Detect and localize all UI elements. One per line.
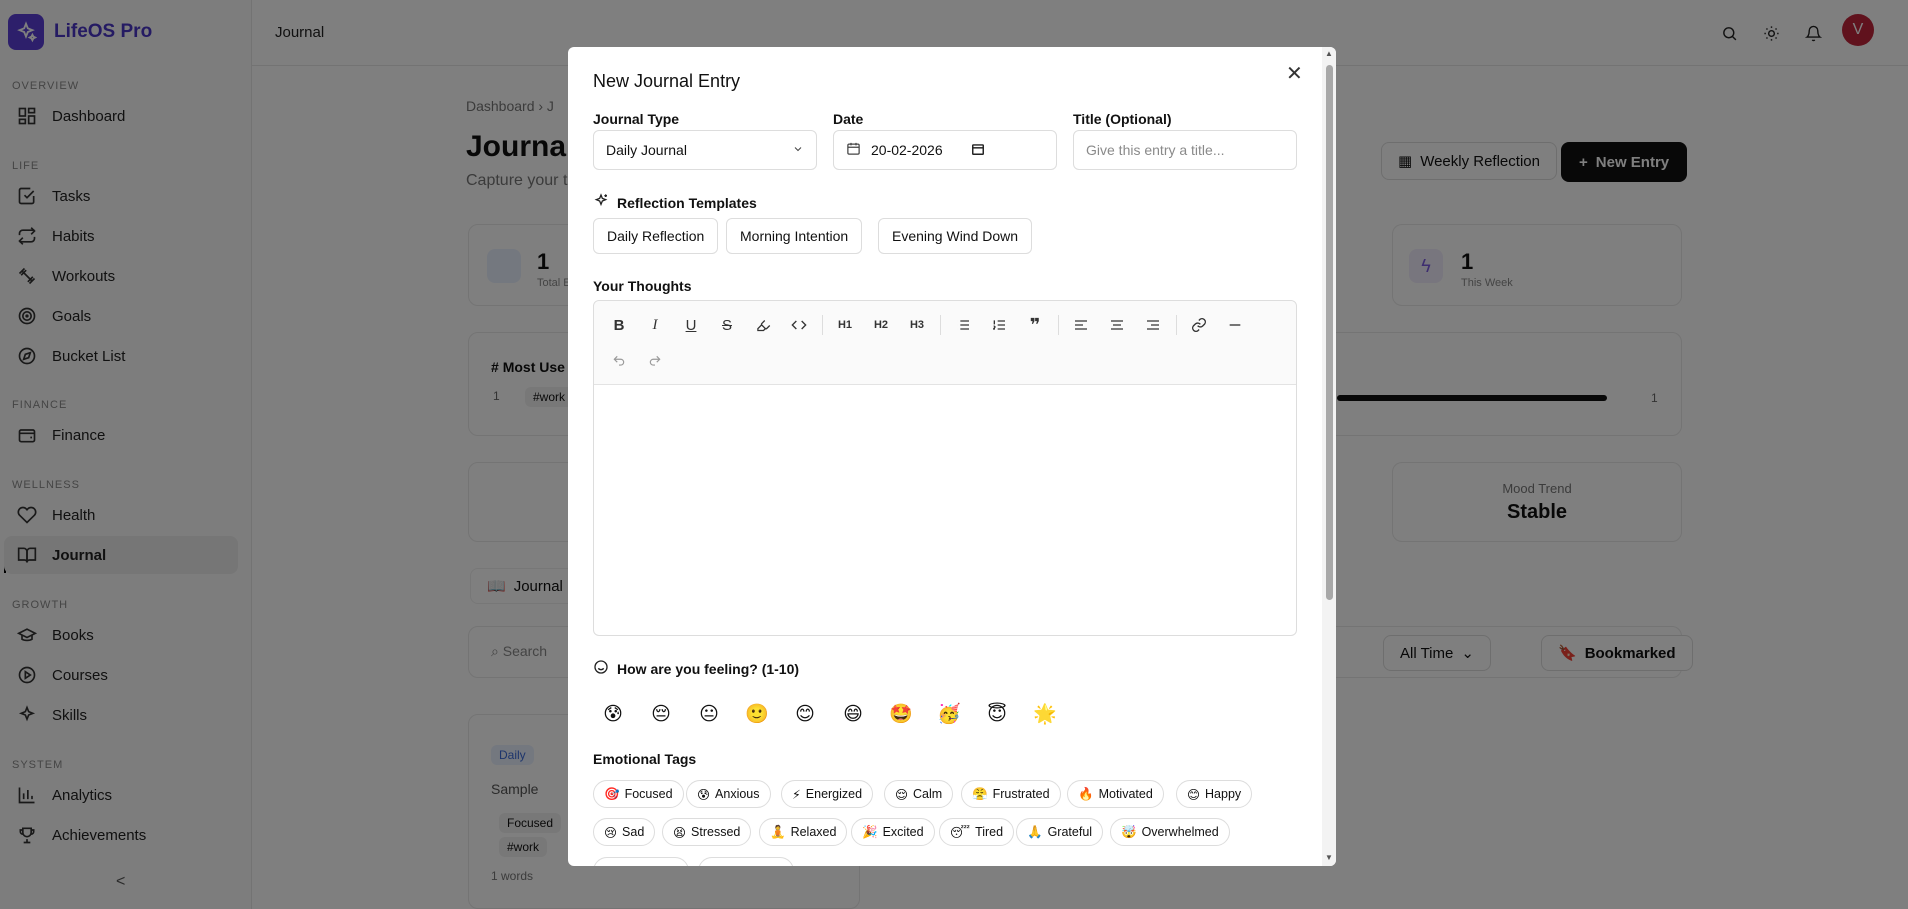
- overwhelmed-emoji-icon: 🤯: [1121, 824, 1137, 839]
- bullet-list-icon[interactable]: [949, 311, 977, 339]
- highlighter-icon[interactable]: [749, 311, 777, 339]
- editor-toolbar: B I U S H1 H2 H3 ❞: [594, 301, 1296, 385]
- template-morning-intention[interactable]: Morning Intention: [726, 218, 863, 254]
- calm-emoji-icon: 😌: [895, 787, 909, 802]
- toolbar-divider: [1176, 315, 1177, 335]
- toolbar-divider: [822, 315, 823, 335]
- toolbar-divider: [940, 315, 941, 335]
- undo-icon[interactable]: [605, 347, 633, 375]
- align-left-icon[interactable]: [1067, 311, 1095, 339]
- emotion-chip-stressed[interactable]: 😫 Stressed: [662, 818, 752, 846]
- rich-text-editor: B I U S H1 H2 H3 ❞: [593, 300, 1297, 636]
- emotion-chip-sad[interactable]: 😢 Sad: [593, 818, 656, 846]
- quote-icon[interactable]: ❞: [1021, 311, 1049, 339]
- templates-heading: Reflection Templates: [593, 193, 757, 212]
- fire-emoji-icon: 🔥: [1078, 786, 1094, 801]
- date-label: Date: [833, 111, 864, 127]
- link-icon[interactable]: [1185, 311, 1213, 339]
- smile-icon: [593, 659, 609, 678]
- template-evening-wind-down[interactable]: Evening Wind Down: [878, 218, 1033, 254]
- mood-5[interactable]: 😊: [787, 696, 823, 732]
- emotion-chip-energized[interactable]: ⚡ Energized: [781, 780, 874, 808]
- underline-button[interactable]: U: [677, 311, 705, 339]
- happy-emoji-icon: 😊: [1187, 787, 1201, 802]
- title-label: Title (Optional): [1073, 111, 1172, 127]
- new-journal-entry-dialog: New Journal Entry ✕ Journal Type Daily J…: [568, 47, 1336, 866]
- dialog-title: New Journal Entry: [593, 71, 741, 91]
- heading-2-button[interactable]: H2: [867, 311, 895, 339]
- editor-content-area[interactable]: [594, 385, 1296, 635]
- mood-6[interactable]: 😄: [835, 696, 871, 732]
- italic-button[interactable]: I: [641, 311, 669, 339]
- mood-1[interactable]: 😰: [595, 696, 631, 732]
- code-icon[interactable]: [785, 311, 813, 339]
- date-picker-icon[interactable]: [971, 142, 985, 159]
- anxious-emoji-icon: 😰: [697, 787, 711, 802]
- close-icon[interactable]: ✕: [1286, 61, 1303, 86]
- thoughts-label: Your Thoughts: [593, 278, 692, 294]
- pray-emoji-icon: 🙏: [1027, 824, 1043, 839]
- chevron-down-icon: [792, 142, 804, 158]
- mood-10[interactable]: 🌟: [1027, 696, 1063, 732]
- emotion-chip-calm[interactable]: 😌 Calm: [884, 780, 954, 808]
- target-emoji-icon: 🎯: [604, 786, 620, 801]
- dialog-scrollbar[interactable]: ▲ ▼: [1322, 47, 1336, 866]
- emotional-tags-heading: Emotional Tags: [593, 751, 697, 767]
- lightning-emoji-icon: ⚡: [792, 787, 801, 802]
- journal-type-value: Daily Journal: [606, 142, 687, 158]
- scrollbar-thumb[interactable]: [1326, 65, 1333, 600]
- emotion-chip-motivated[interactable]: 🔥 Motivated: [1067, 780, 1164, 808]
- date-field[interactable]: 20-02-2026: [833, 130, 1057, 170]
- heading-1-button[interactable]: H1: [831, 311, 859, 339]
- emotion-chip-anxious[interactable]: 😰 Anxious: [686, 780, 771, 808]
- emotion-chip-grateful[interactable]: 🙏 Grateful: [1016, 818, 1104, 846]
- sparkles-icon: [593, 193, 609, 212]
- mood-9[interactable]: 😇: [979, 696, 1015, 732]
- emotion-chip-excited[interactable]: 🎉 Excited: [851, 818, 935, 846]
- mood-3[interactable]: 😐: [691, 696, 727, 732]
- emotion-chip-overwhelmed[interactable]: 🤯 Overwhelmed: [1110, 818, 1230, 846]
- party-emoji-icon: 🎉: [862, 824, 878, 839]
- scroll-up-arrow[interactable]: ▲: [1325, 49, 1333, 58]
- journal-type-select[interactable]: Daily Journal: [593, 130, 817, 170]
- journal-type-label: Journal Type: [593, 111, 680, 127]
- toolbar-divider: [1058, 315, 1059, 335]
- emotion-chip-focused[interactable]: 🎯 Focused: [593, 780, 684, 808]
- emotion-chip-tired[interactable]: 😴 Tired: [939, 818, 1015, 846]
- stressed-emoji-icon: 😫: [673, 825, 687, 840]
- template-daily-reflection[interactable]: Daily Reflection: [593, 218, 719, 254]
- relaxed-emoji-icon: 🧘: [770, 824, 786, 839]
- bold-button[interactable]: B: [605, 311, 633, 339]
- mood-2[interactable]: 😔: [643, 696, 679, 732]
- emotion-chip-frustrated[interactable]: 😤 Frustrated: [961, 780, 1061, 808]
- emotion-chip-more[interactable]: [698, 857, 794, 866]
- title-field[interactable]: [1073, 130, 1297, 170]
- date-value: 20-02-2026: [871, 142, 943, 158]
- emotion-chip-happy[interactable]: 😊 Happy: [1176, 780, 1253, 808]
- emotion-chip-more[interactable]: [593, 857, 689, 866]
- mood-7[interactable]: 🤩: [883, 696, 919, 732]
- calendar-icon: [846, 141, 861, 159]
- mood-8[interactable]: 🥳: [931, 696, 967, 732]
- align-center-icon[interactable]: [1103, 311, 1131, 339]
- emotion-chip-relaxed[interactable]: 🧘 Relaxed: [759, 818, 848, 846]
- redo-icon[interactable]: [641, 347, 669, 375]
- ordered-list-icon[interactable]: [985, 311, 1013, 339]
- sad-emoji-icon: 😢: [604, 825, 618, 840]
- tired-emoji-icon: 😴: [950, 825, 971, 840]
- heading-3-button[interactable]: H3: [903, 311, 931, 339]
- horizontal-rule-icon[interactable]: [1221, 311, 1249, 339]
- frustrated-emoji-icon: 😤: [972, 786, 988, 801]
- strikethrough-button[interactable]: S: [713, 311, 741, 339]
- title-input[interactable]: [1086, 142, 1284, 158]
- feeling-heading: How are you feeling? (1-10): [593, 659, 799, 678]
- mood-4[interactable]: 🙂: [739, 696, 775, 732]
- align-right-icon[interactable]: [1139, 311, 1167, 339]
- scroll-down-arrow[interactable]: ▼: [1325, 853, 1333, 862]
